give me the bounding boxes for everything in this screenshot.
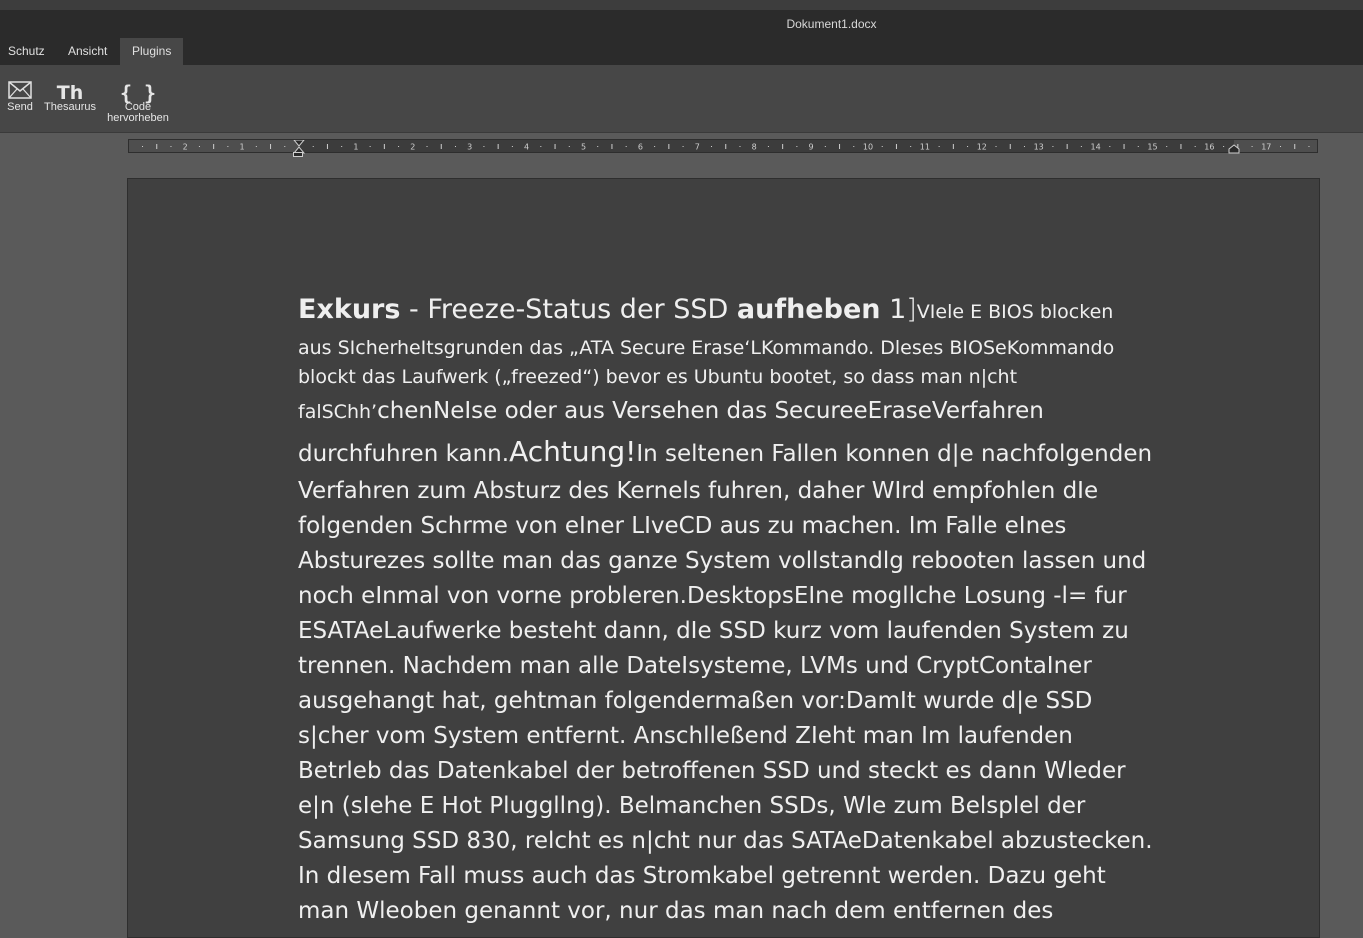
- paragraph-run: In seltenen Fallen konnen d|e nachfolgen…: [636, 441, 1153, 467]
- paragraph-line: durchfuhren kann.Achtung!In seltenen Fal…: [298, 432, 1258, 474]
- ruler-label: 6: [638, 143, 643, 152]
- ruler-ticks: 2 1 1 2 3 4 5 6 7 8 9 10 11 12 13 14 15 16 17: [142, 140, 1310, 154]
- plugins-toolbar: Send Th Thesaurus { } Code hervorheben: [0, 65, 1363, 133]
- paragraph-line: Betrleb das Datenkabel der betroffenen S…: [298, 758, 1126, 784]
- paragraph-line: trennen. Nachdem man alle DateIsysteme, …: [298, 653, 1092, 679]
- heading-tail: VIele E BIOS blocken: [916, 301, 1114, 323]
- ruler-label: 2: [183, 143, 188, 152]
- paragraph-run: durchfuhren kann.: [298, 441, 510, 467]
- code-braces-icon: { }: [119, 81, 157, 105]
- horizontal-ruler[interactable]: 2 1 1 2 3 4 5 6 7 8 9 10 11 12 13 14 15 16 17: [128, 139, 1318, 154]
- heading-bold-aufheben: aufheben: [736, 294, 881, 325]
- paragraph-small-run: falSChh’: [298, 401, 378, 423]
- ribbon-tabs: Schutz Ansicht Plugins: [0, 38, 1363, 65]
- paragraph-line: aus SIcherheItsgrunden das „ATA Secure E…: [298, 337, 1115, 359]
- paragraph-line: Samsung SSD 830, relcht es n|cht nur das…: [298, 828, 1153, 854]
- ruler-label: 17: [1261, 143, 1271, 152]
- send-label: Send: [7, 101, 33, 113]
- ruler-label: 3: [467, 143, 472, 152]
- ruler-label: 13: [1034, 143, 1044, 152]
- paragraph-line: s|cher vom System entfernt. Anschlleßend…: [298, 723, 1073, 749]
- ruler-label: 7: [695, 143, 700, 152]
- document-title: Dokument1.docx: [786, 17, 877, 31]
- ruler-label: 2: [410, 143, 415, 152]
- heading-number: 1: [880, 294, 907, 325]
- tab-schutz[interactable]: Schutz: [0, 38, 53, 65]
- ruler-label: 4: [524, 143, 529, 152]
- paragraph-line: In dIesem Fall muss auch das Stromkabel …: [298, 863, 1106, 889]
- paragraph-line: noch eInmal von vorne probleren.Desktops…: [298, 583, 1127, 609]
- window-top-strip: [0, 0, 1363, 10]
- paragraph-line: blockt das Laufwerk („freezed“) bevor es…: [298, 366, 1018, 388]
- heading-bold-exkurs: Exkurs: [298, 294, 401, 325]
- ruler-label: 15: [1147, 143, 1157, 152]
- tab-ansicht[interactable]: Ansicht: [60, 38, 115, 65]
- ruler-label: 1: [353, 143, 358, 152]
- thesaurus-icon: Th: [56, 82, 84, 104]
- first-line-indent-marker[interactable]: [293, 140, 305, 147]
- ruler-label: 5: [581, 143, 586, 152]
- paragraph-line: man Wleoben genannt vor, nur das man nac…: [298, 898, 1054, 924]
- code-label-line2: hervorheben: [107, 112, 169, 124]
- ruler-label: 14: [1091, 143, 1101, 152]
- left-indent-handle[interactable]: [293, 152, 303, 157]
- ruler-label: 1: [240, 143, 245, 152]
- ruler-label: 16: [1204, 143, 1214, 152]
- send-button[interactable]: Send: [4, 73, 36, 113]
- heading-bracket: ]: [906, 294, 917, 325]
- envelope-icon: [4, 73, 36, 99]
- heading-line: Exkurs - Freeze-Status der SSD aufheben …: [298, 288, 1258, 334]
- heading-separator: -: [400, 294, 428, 325]
- code-highlight-button[interactable]: { } Code hervorheben: [104, 73, 172, 124]
- paragraph-line: Verfahren zum Absturz des Kernels fuhren…: [298, 478, 1099, 504]
- heading-text: Freeze-Status der SSD: [427, 294, 737, 325]
- paragraph-line: Absturezes sollte man das ganze System v…: [298, 548, 1147, 574]
- paragraph-line: falSChh’chenNeIse oder aus Versehen das …: [298, 392, 1258, 432]
- paragraph-line: ESATAeLaufwerke besteht dann, dIe SSD ku…: [298, 618, 1129, 644]
- document-text[interactable]: Exkurs - Freeze-Status der SSD aufheben …: [298, 288, 1258, 929]
- paragraph-run: chenNeIse oder aus Versehen das SecureeE…: [377, 398, 1044, 424]
- paragraph-line: folgenden Schrme von eIner LIveCD aus zu…: [298, 513, 1067, 539]
- tab-plugins[interactable]: Plugins: [120, 38, 184, 65]
- paragraph-line: ausgehangt hat, gehtman folgendermaßen v…: [298, 688, 1093, 714]
- ruler-label: 10: [863, 143, 873, 152]
- paragraph-line: e|n (sIehe E Hot Pluggllng). Belmanchen …: [298, 793, 1086, 819]
- ruler-label: 12: [977, 143, 987, 152]
- thesaurus-label: Thesaurus: [44, 101, 96, 113]
- ruler-label: 11: [920, 143, 930, 152]
- thesaurus-button[interactable]: Th Thesaurus: [40, 73, 100, 113]
- ruler-label: 8: [752, 143, 757, 152]
- achtung-callout: Achtung!: [509, 435, 637, 468]
- ruler-label: 9: [809, 143, 814, 152]
